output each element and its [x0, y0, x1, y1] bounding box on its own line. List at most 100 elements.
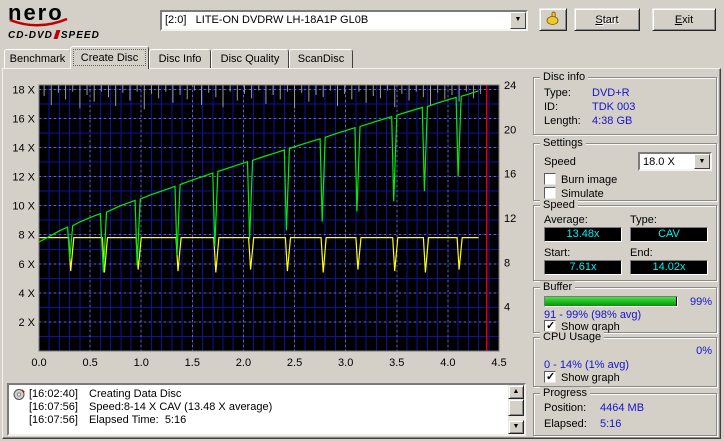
logo-subtitle-left: CD-DVD	[8, 30, 53, 41]
buffer-value: 99%	[689, 296, 712, 308]
log-text: Creating Data Disc	[89, 388, 182, 400]
cpu-group: CPU Usage 0% 0 - 14% (1% avg) Show graph	[533, 331, 717, 387]
start-rest: tart	[602, 13, 619, 26]
logo-subtitle: CD-DVD SPEED	[8, 30, 100, 41]
log-scrollbar[interactable]: ▲ ▼	[508, 385, 524, 434]
progress-elapsed-label: Elapsed:	[544, 418, 587, 430]
speed-start-value: 7.61x	[544, 260, 622, 275]
speed-chart: 18 X 16 X 14 X 12 X 10 X 8 X 6 X 4 X 2 X 24 20 16 12…	[12, 80, 516, 369]
cpu-show-graph-label: Show graph	[561, 372, 620, 384]
progress-title: Progress	[540, 387, 591, 399]
settings-group: Settings Speed 18.0 X ▼ Burn image Simul…	[533, 137, 717, 201]
exit-rest: xit	[682, 13, 694, 26]
log-row: [16:02:40] Creating Data Disc	[9, 388, 506, 401]
speed-group: Speed Average: Type: 13.48x CAV Start: E…	[533, 199, 717, 281]
simulate-checkbox[interactable]	[544, 187, 556, 199]
disc-type-row: Type: DVD+R	[544, 87, 712, 100]
drive-select[interactable]: [2:0] LITE-ON DVDRW LH-18A1P GL0B ▼	[160, 10, 528, 31]
start-accel: S	[595, 13, 603, 26]
log-row: [16:07:56] Speed:8-14 X CAV (13.48 X ave…	[9, 401, 506, 414]
speed-select[interactable]: 18.0 X ▼	[638, 152, 712, 171]
tab-create-disc[interactable]: Create Disc	[70, 46, 149, 69]
disc-id-row: ID: TDK 003	[544, 101, 712, 114]
start-button[interactable]: Start	[574, 8, 640, 31]
disc-type-label: Type:	[544, 87, 571, 99]
buffer-title: Buffer	[540, 281, 576, 293]
app-window: nero CD-DVD SPEED [2:0] LITE-ON DVDRW LH-…	[0, 0, 724, 441]
speed-average-value: 13.48x	[544, 227, 622, 242]
scroll-up-button[interactable]: ▲	[508, 385, 524, 399]
svg-text:2.5: 2.5	[287, 357, 302, 369]
speed-setting-label: Speed	[544, 156, 576, 168]
cpu-range: 0 - 14% (1% avg)	[544, 359, 629, 371]
tab-disc-info[interactable]: Disc Info	[149, 49, 211, 68]
log-time: [16:02:40]	[29, 388, 78, 400]
svg-text:8: 8	[504, 257, 510, 269]
svg-text:4.0: 4.0	[440, 357, 455, 369]
disc-length-row: Length: 4:38 GB	[544, 115, 712, 128]
speed-title: Speed	[540, 199, 578, 211]
svg-text:12 X: 12 X	[12, 172, 35, 184]
burn-options-button[interactable]	[539, 8, 567, 31]
speed-select-arrow[interactable]: ▼	[694, 154, 710, 169]
svg-text:4: 4	[504, 302, 510, 314]
tab-scandisc[interactable]: ScanDisc	[289, 49, 353, 68]
svg-text:3.5: 3.5	[389, 357, 404, 369]
svg-text:10 X: 10 X	[12, 201, 35, 213]
svg-text:1.0: 1.0	[134, 357, 149, 369]
log-panel: [16:02:40] Creating Data Disc [16:07:56]…	[7, 383, 526, 436]
tab-disc-quality[interactable]: Disc Quality	[211, 49, 289, 68]
svg-text:1.5: 1.5	[185, 357, 200, 369]
svg-text:12: 12	[504, 213, 516, 225]
cpu-show-graph-checkbox[interactable]	[544, 370, 556, 383]
burn-image-checkbox[interactable]	[544, 173, 556, 185]
buffer-group: Buffer 99% 91 - 99% (98% avg) Show graph	[533, 281, 717, 333]
settings-title: Settings	[540, 137, 586, 149]
log-text: Speed:8-14 X CAV (13.48 X average)	[89, 401, 273, 413]
progress-group: Progress Position: 4464 MB Elapsed: 5:16	[533, 387, 717, 436]
speed-type-value: CAV	[630, 227, 708, 242]
svg-text:24: 24	[504, 80, 516, 92]
drive-select-value: [2:0] LITE-ON DVDRW LH-18A1P GL0B	[165, 14, 369, 26]
buffer-bar	[544, 296, 678, 307]
svg-text:2.0: 2.0	[236, 357, 251, 369]
svg-text:18 X: 18 X	[12, 84, 35, 96]
exit-button[interactable]: Exit	[652, 8, 716, 31]
log-entry-icon	[13, 389, 25, 400]
svg-text:4 X: 4 X	[18, 288, 35, 300]
disc-id-value: TDK 003	[592, 101, 636, 113]
progress-position-row: Position: 4464 MB	[544, 402, 712, 415]
log-text: Elapsed Time: 5:16	[89, 414, 187, 426]
hand-icon	[546, 11, 559, 25]
tab-benchmark[interactable]: Benchmark	[4, 49, 71, 68]
svg-text:0.0: 0.0	[31, 357, 46, 369]
svg-text:2 X: 2 X	[18, 317, 35, 329]
speed-end-label: End:	[630, 247, 653, 259]
disc-length-value: 4:38 GB	[592, 115, 633, 127]
progress-position-label: Position:	[544, 402, 587, 414]
buffer-bar-fill	[545, 297, 676, 306]
scroll-down-button[interactable]: ▼	[508, 420, 524, 434]
svg-text:20: 20	[504, 124, 516, 136]
drive-select-arrow[interactable]: ▼	[510, 12, 526, 29]
svg-text:16: 16	[504, 169, 516, 181]
log-time: [16:07:56]	[29, 414, 78, 426]
logo-subtitle-right: SPEED	[60, 30, 100, 41]
burn-image-row: Burn image	[544, 173, 712, 186]
chevron-down-icon: ▼	[514, 16, 522, 23]
scroll-thumb[interactable]	[508, 399, 524, 416]
cpu-show-graph-row: Show graph	[544, 370, 712, 384]
disc-info-title: Disc info	[540, 71, 589, 83]
tab-content-panel: 18 X 16 X 14 X 12 X 10 X 8 X 6 X 4 X 2 X 24 20 16 12…	[2, 68, 721, 439]
svg-text:16 X: 16 X	[12, 113, 35, 125]
svg-text:4.5: 4.5	[491, 357, 506, 369]
progress-elapsed-row: Elapsed: 5:16	[544, 418, 712, 431]
logo-swoosh-icon	[9, 18, 68, 27]
progress-elapsed-value: 5:16	[600, 418, 622, 430]
speed-average-label: Average:	[544, 214, 588, 226]
svg-text:3.0: 3.0	[338, 357, 353, 369]
speed-end-value: 14.02x	[630, 260, 708, 275]
chevron-down-icon: ▼	[698, 158, 706, 165]
svg-text:8 X: 8 X	[18, 230, 35, 242]
cpu-title: CPU Usage	[540, 331, 605, 343]
